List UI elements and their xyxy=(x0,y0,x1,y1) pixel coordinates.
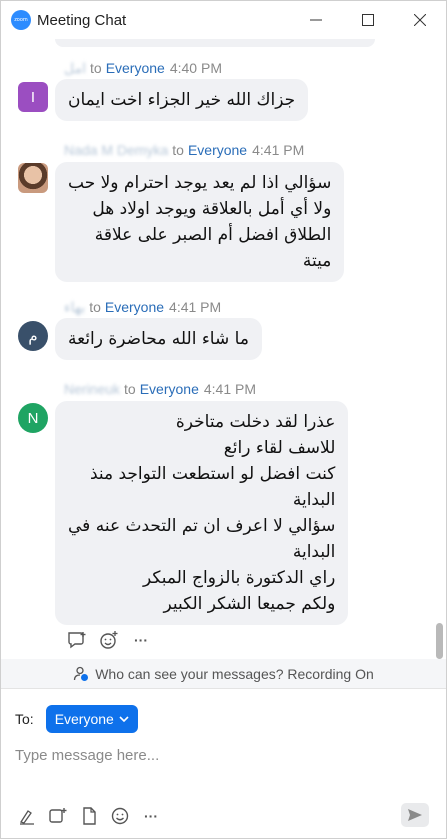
chat-window: zoom Meeting Chat امل to Everyone 4:40 P… xyxy=(0,0,447,839)
message-input[interactable] xyxy=(15,741,431,769)
message-line: سؤالي لا اعرف ان تم التحدث عنه في xyxy=(68,516,336,536)
privacy-notice[interactable]: Who can see your messages? Recording On xyxy=(1,659,446,689)
message-actions: ··· xyxy=(67,630,151,650)
emoji-button[interactable] xyxy=(110,806,130,826)
to-label: to xyxy=(90,60,102,76)
more-button[interactable]: ··· xyxy=(131,630,151,650)
avatar[interactable]: م xyxy=(18,321,48,351)
window-controls xyxy=(290,1,446,39)
message-time: 4:40 PM xyxy=(169,60,222,76)
to-label: to xyxy=(172,142,184,158)
message-line: ميتة xyxy=(302,251,332,271)
recipient-name[interactable]: Everyone xyxy=(106,60,165,76)
message-line: جزاك الله خير الجزاء اخت ايمان xyxy=(68,90,296,110)
message-line: سؤالي اذا لم يعد يوجد احترام ولا حب xyxy=(68,173,332,193)
emoji-react-button[interactable] xyxy=(99,630,119,650)
emoji-icon xyxy=(111,807,129,825)
screenshot-icon xyxy=(49,808,67,823)
message-bubble[interactable]: جزاك الله خير الجزاء اخت ايمان xyxy=(55,79,309,121)
format-button[interactable] xyxy=(17,806,37,826)
previous-message-bubble xyxy=(55,39,375,47)
message-line: البداية xyxy=(292,542,336,562)
composer-toolbar: ··· xyxy=(17,806,161,826)
message-bubble[interactable]: سؤالي اذا لم يعد يوجد احترام ولا حب ولا … xyxy=(55,162,345,282)
message-header: بهاء to Everyone 4:41 PM xyxy=(64,299,221,316)
message-line: ولا أي أمل بالعلاقة ويوجد اولاد هل xyxy=(92,199,332,219)
avatar-photo[interactable] xyxy=(18,163,48,193)
sender-name[interactable]: Nerineuk xyxy=(64,381,120,397)
format-icon xyxy=(20,810,34,825)
avatar[interactable]: I xyxy=(18,82,48,112)
recipient-name[interactable]: Everyone xyxy=(188,142,247,158)
recipient-name[interactable]: Everyone xyxy=(140,381,199,397)
more-options-button[interactable]: ··· xyxy=(141,806,161,826)
file-icon xyxy=(83,807,96,825)
maximize-button[interactable] xyxy=(342,1,394,39)
message-time: 4:41 PM xyxy=(169,299,222,315)
avatar-letter: م xyxy=(28,328,38,345)
scrollbar-thumb[interactable] xyxy=(436,623,443,659)
recipient-dropdown-label: Everyone xyxy=(54,711,114,727)
recipient-dropdown[interactable]: Everyone xyxy=(45,705,138,733)
avatar[interactable]: N xyxy=(18,403,48,433)
message-line: عذرا لقد دخلت متاخرة xyxy=(175,412,336,432)
send-icon xyxy=(408,809,422,821)
recipient-row: To: Everyone xyxy=(15,705,138,733)
avatar-letter: I xyxy=(30,88,36,106)
chevron-down-icon xyxy=(119,716,129,722)
chat-message-list[interactable]: امل to Everyone 4:40 PM I جزاك الله خير … xyxy=(1,39,446,659)
sender-name[interactable]: امل xyxy=(64,60,86,77)
message-header: امل to Everyone 4:40 PM xyxy=(64,60,222,77)
logo-text: zoom xyxy=(14,17,28,23)
message-header: Nada M Demyka to Everyone 4:41 PM xyxy=(64,142,304,158)
minimize-icon xyxy=(310,19,322,21)
sender-name[interactable]: Nada M Demyka xyxy=(64,142,168,158)
zoom-logo-icon: zoom xyxy=(11,10,31,30)
message-line: ما شاء الله محاضرة رائعة xyxy=(68,329,249,349)
message-line: الطلاق افضل أم الصبر على علاقة xyxy=(94,225,332,245)
sender-name[interactable]: بهاء xyxy=(64,299,85,316)
message-bubble[interactable]: عذرا لقد دخلت متاخرة للاسف لقاء رائع كنت… xyxy=(55,401,349,625)
file-button[interactable] xyxy=(79,806,99,826)
to-label: to xyxy=(89,299,101,315)
message-line: البداية xyxy=(292,490,336,510)
reply-icon xyxy=(68,632,86,649)
recipient-name[interactable]: Everyone xyxy=(105,299,164,315)
message-line: كنت افضل لو استطعت التواجد منذ xyxy=(89,464,336,484)
message-time: 4:41 PM xyxy=(203,381,257,397)
title-bar: zoom Meeting Chat xyxy=(1,1,446,39)
message-time: 4:41 PM xyxy=(252,142,305,158)
reply-button[interactable] xyxy=(67,630,87,650)
emoji-react-icon xyxy=(100,631,118,649)
close-button[interactable] xyxy=(394,1,446,39)
message-line: ولكم جميعا الشكر الكبير xyxy=(163,594,336,614)
message-header: Nerineuk to Everyone 4:41 PM xyxy=(64,381,256,397)
minimize-button[interactable] xyxy=(290,1,342,39)
person-privacy-icon xyxy=(74,666,89,681)
notice-text: Who can see your messages? Recording On xyxy=(95,665,374,682)
to-label: To: xyxy=(15,711,34,727)
window-title: Meeting Chat xyxy=(37,11,127,29)
message-line: راي الدكتورة بالزواج المبكر xyxy=(142,568,336,588)
message-bubble[interactable]: ما شاء الله محاضرة رائعة xyxy=(55,318,262,360)
maximize-icon xyxy=(362,14,374,26)
close-icon xyxy=(414,14,426,26)
to-label: to xyxy=(124,381,136,397)
screenshot-button[interactable] xyxy=(48,806,68,826)
more-icon: ··· xyxy=(134,632,148,648)
message-line: للاسف لقاء رائع xyxy=(223,438,336,458)
more-icon: ··· xyxy=(144,808,158,824)
avatar-letter: N xyxy=(27,409,39,427)
send-button[interactable] xyxy=(401,803,429,827)
